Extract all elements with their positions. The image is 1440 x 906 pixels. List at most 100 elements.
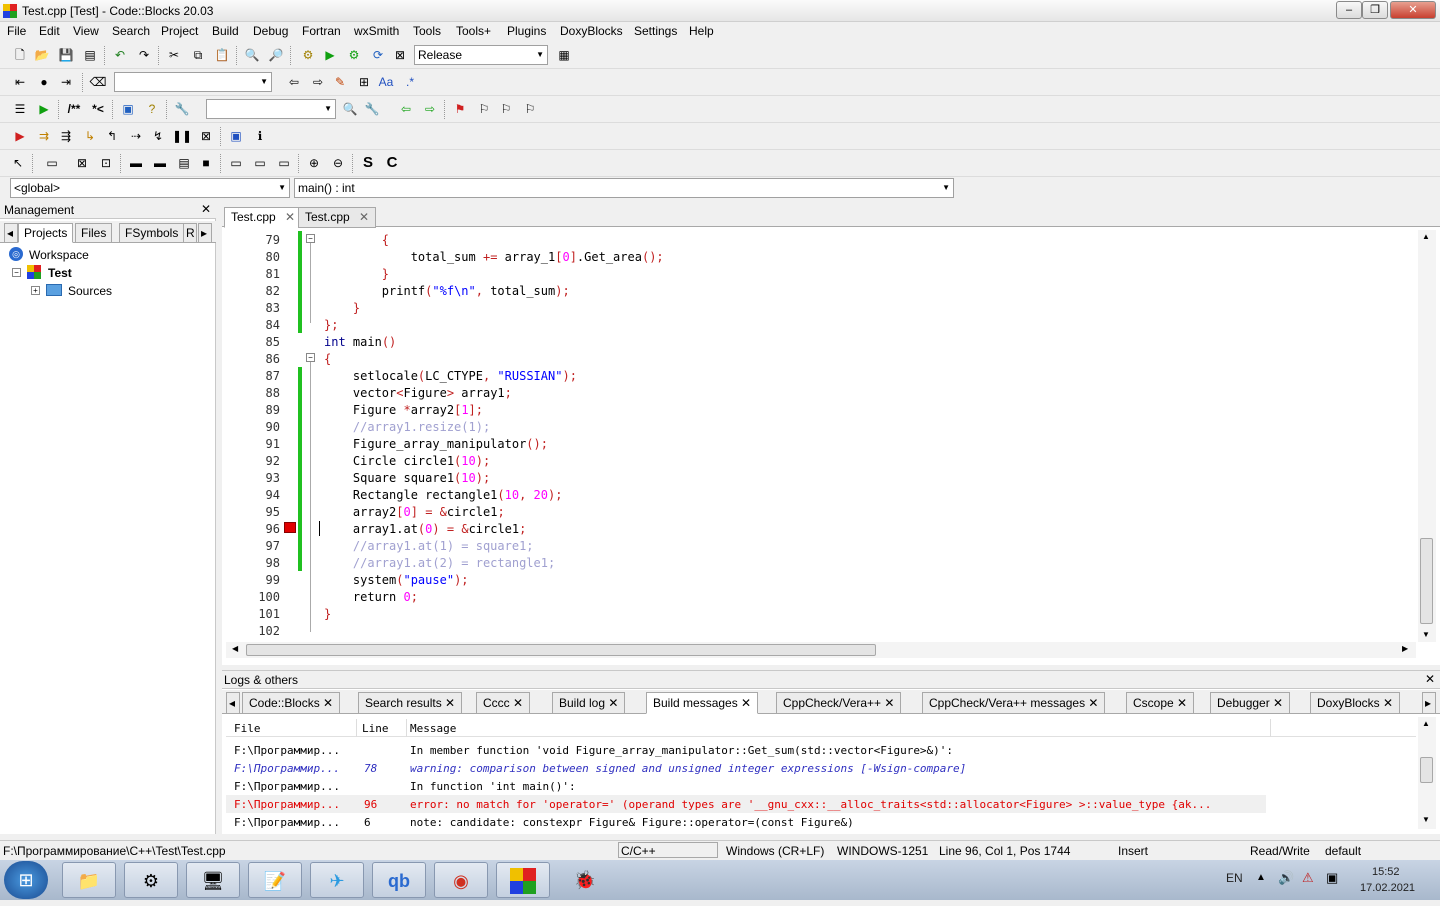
menu-build[interactable]: Build [212, 24, 239, 38]
debugger-task-icon[interactable]: 🐞 [558, 862, 612, 898]
open-icon[interactable]: 📂 [32, 45, 52, 65]
s-icon[interactable]: S [358, 153, 378, 173]
vertical-scrollbar[interactable]: ▲ ▼ [1418, 230, 1436, 642]
run-to-cursor-icon[interactable]: ⇉ [34, 126, 54, 146]
status-language[interactable]: C/C++ [618, 842, 718, 858]
prev-bookmark-icon[interactable]: ⚐ [474, 99, 494, 119]
log-tab-cppcheck[interactable]: CppCheck/Vera++ ✕ [776, 692, 902, 714]
log-row[interactable]: F:\Программир... In function 'int main()'… [226, 777, 1266, 795]
tasks-icon[interactable]: ☰ [10, 99, 30, 119]
tab-fsymbols[interactable]: FSymbols [119, 223, 185, 243]
logs-scrollbar[interactable]: ▲ ▼ [1418, 717, 1436, 829]
frame-icon[interactable]: ▭ [42, 153, 62, 173]
volume-icon[interactable]: 🔊 [1278, 870, 1294, 886]
tray-time[interactable]: 15:52 [1372, 866, 1400, 878]
log-tab-search[interactable]: Search results ✕ [358, 692, 463, 714]
menu-tools[interactable]: Tools [413, 24, 441, 38]
line-number[interactable]: 100 [226, 590, 280, 604]
step-out-icon[interactable]: ↰ [102, 126, 122, 146]
code-line[interactable]: //array1.at(1) = square1; [324, 539, 534, 553]
clear-icon[interactable]: ⌫ [88, 72, 108, 92]
fold-icon[interactable]: − [306, 353, 315, 362]
debug-windows-icon[interactable]: ▣ [226, 126, 246, 146]
line-number[interactable]: 81 [226, 267, 280, 281]
line-number[interactable]: 79 [226, 233, 280, 247]
scroll-down-icon[interactable]: ▼ [1422, 630, 1430, 639]
notes-task-icon[interactable]: 📝 [248, 862, 302, 898]
code-line[interactable]: } [324, 607, 331, 621]
toggle-bookmark-icon[interactable]: ⚑ [450, 99, 470, 119]
log-tab-doxyblocks[interactable]: DoxyBlocks ✕ [1310, 692, 1401, 714]
log-tab-codeblocks[interactable]: Code::Blocks ✕ [242, 692, 341, 714]
new-file-icon[interactable]: 🗋 [10, 45, 30, 65]
target-options-icon[interactable]: ▦ [554, 45, 574, 65]
log-tab-cscope[interactable]: Cscope ✕ [1126, 692, 1195, 714]
line-number[interactable]: 83 [226, 301, 280, 315]
line-number[interactable]: 94 [226, 488, 280, 502]
jump-forward-icon[interactable]: ⇥ [56, 72, 76, 92]
symbol-combo[interactable]: ▼ [206, 99, 336, 119]
code-line[interactable]: total_sum += array_1[0].Get_area(); [324, 250, 664, 264]
log-tab-cccc[interactable]: Cccc ✕ [476, 692, 531, 714]
code-line[interactable]: Figure *array2[1]; [324, 403, 483, 417]
line-number[interactable]: 85 [226, 335, 280, 349]
menu-tools-plus[interactable]: Tools+ [456, 24, 491, 38]
find-symbol-icon[interactable]: 🔍 [340, 99, 360, 119]
tree-project[interactable]: − Test [12, 264, 212, 282]
tab-scroll-left-icon[interactable]: ◂ [4, 223, 18, 243]
build-run-icon[interactable]: ⚙ [344, 45, 364, 65]
log-row[interactable]: F:\Программир... In member function 'void… [226, 741, 1266, 759]
next-line-icon[interactable]: ⇶ [56, 126, 76, 146]
save-icon[interactable]: 💾 [56, 45, 76, 65]
code-line[interactable]: //array1.resize(1); [324, 420, 490, 434]
zoom-in-icon[interactable]: ⊕ [304, 153, 324, 173]
line-number[interactable]: 98 [226, 556, 280, 570]
explorer-task-icon[interactable]: 📁 [62, 862, 116, 898]
code-line[interactable]: Square square1(10); [324, 471, 490, 485]
cut-icon[interactable]: ✂ [164, 45, 184, 65]
close-icon[interactable]: ✕ [285, 210, 295, 224]
code-line[interactable]: int main() [324, 335, 396, 349]
menu-project[interactable]: Project [161, 24, 198, 38]
line-number[interactable]: 95 [226, 505, 280, 519]
save-all-icon[interactable]: ▤ [80, 45, 100, 65]
abort-icon[interactable]: ⊠ [390, 45, 410, 65]
collapse-icon[interactable]: − [12, 268, 21, 277]
col-message[interactable]: Message [410, 722, 456, 735]
scroll-left-icon[interactable]: ◀ [232, 644, 238, 653]
line-number[interactable]: 88 [226, 386, 280, 400]
tab-scroll-right-icon[interactable]: ▸ [1422, 692, 1436, 714]
panel-icon[interactable]: ⊡ [96, 153, 116, 173]
spacer-icon[interactable]: ▭ [226, 153, 246, 173]
line-number[interactable]: 91 [226, 437, 280, 451]
doxy-config-icon[interactable]: ▣ [118, 99, 138, 119]
paste-icon[interactable]: 📋 [212, 45, 232, 65]
replace-icon[interactable]: 🔎 [266, 45, 286, 65]
code-line[interactable]: { [324, 352, 331, 366]
menu-fortran[interactable]: Fortran [302, 24, 341, 38]
prev-icon[interactable]: ⇦ [396, 99, 416, 119]
rebuild-icon[interactable]: ⟳ [368, 45, 388, 65]
code-run-icon[interactable]: ▶ [34, 99, 54, 119]
minimize-button[interactable]: – [1336, 1, 1362, 19]
scope-global-select[interactable]: <global> ▼ [10, 178, 290, 198]
zoom-out-icon[interactable]: ⊖ [328, 153, 348, 173]
code-line[interactable]: Circle circle1(10); [324, 454, 490, 468]
build-gear-icon[interactable]: ⚙ [298, 45, 318, 65]
menu-view[interactable]: View [73, 24, 99, 38]
undo-icon[interactable]: ↶ [110, 45, 130, 65]
regex-icon[interactable]: .* [400, 72, 420, 92]
chrome-task-icon[interactable]: ◉ [434, 862, 488, 898]
arrow-right-icon[interactable]: ⇨ [308, 72, 328, 92]
line-number[interactable]: 87 [226, 369, 280, 383]
log-row[interactable]: F:\Программир... 96 error: no match for 'o… [226, 795, 1266, 813]
horizontal-scrollbar[interactable]: ◀ ▶ [226, 642, 1416, 658]
line-number[interactable]: 102 [226, 624, 280, 638]
menu-help[interactable]: Help [689, 24, 714, 38]
grid-sizer-icon[interactable]: ▤ [174, 153, 194, 173]
wrench-icon[interactable]: 🔧 [172, 99, 192, 119]
line-number[interactable]: 84 [226, 318, 280, 332]
line-number[interactable]: 86 [226, 352, 280, 366]
close-button[interactable]: ✕ [1390, 1, 1436, 19]
log-tab-cppcheck-messages[interactable]: CppCheck/Vera++ messages ✕ [922, 692, 1106, 714]
